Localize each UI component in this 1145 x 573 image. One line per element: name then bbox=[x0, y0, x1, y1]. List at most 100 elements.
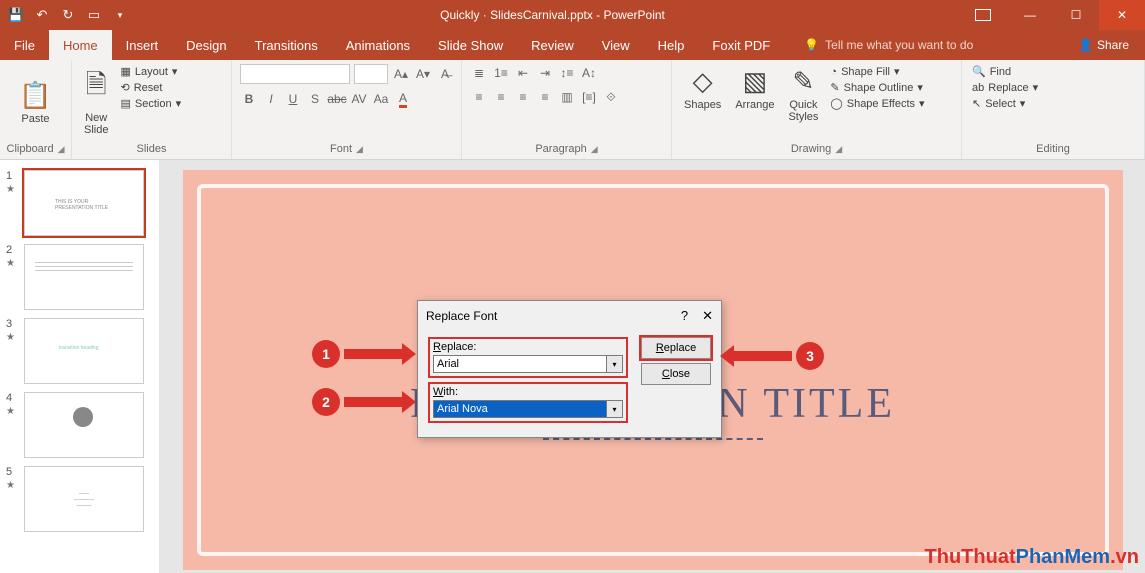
share-button[interactable]: 👤 Share bbox=[1062, 30, 1145, 60]
tab-slideshow[interactable]: Slide Show bbox=[424, 30, 517, 60]
replace-field-group: Replace: ▾ bbox=[428, 337, 628, 378]
dialog-replace-button[interactable]: Replace bbox=[641, 337, 711, 359]
character-spacing-icon[interactable]: AV bbox=[350, 90, 368, 108]
with-font-combo[interactable] bbox=[433, 400, 607, 418]
tab-review[interactable]: Review bbox=[517, 30, 588, 60]
shape-effects-label: Shape Effects bbox=[847, 98, 915, 110]
reset-icon: ⟲ bbox=[120, 81, 129, 94]
group-editing-label: Editing bbox=[1036, 143, 1070, 155]
font-size-combo[interactable] bbox=[354, 64, 388, 84]
thumbnail-1[interactable]: 1★ THIS IS YOURPRESENTATION TITLE bbox=[0, 166, 159, 240]
replace-font-combo[interactable] bbox=[433, 355, 607, 373]
italic-icon[interactable]: I bbox=[262, 90, 280, 108]
select-button[interactable]: ↖Select ▾ bbox=[970, 96, 1040, 111]
ribbon-display-options-icon[interactable] bbox=[975, 9, 991, 21]
clipboard-dialog-launcher-icon[interactable]: ◢ bbox=[58, 144, 65, 155]
increase-indent-icon[interactable]: ⇥ bbox=[536, 64, 554, 82]
font-dialog-launcher-icon[interactable]: ◢ bbox=[356, 144, 363, 155]
shape-outline-button[interactable]: ✎Shape Outline ▾ bbox=[828, 80, 926, 95]
align-text-icon[interactable]: [≡] bbox=[580, 88, 598, 106]
align-center-icon[interactable]: ≡ bbox=[492, 88, 510, 106]
tab-foxit[interactable]: Foxit PDF bbox=[698, 30, 784, 60]
numbering-icon[interactable]: 1≡ bbox=[492, 64, 510, 82]
thumbnail-5[interactable]: 5★ ————————— bbox=[0, 462, 159, 536]
tell-me-search[interactable]: 💡 Tell me what you want to do bbox=[784, 30, 1062, 60]
bold-icon[interactable]: B bbox=[240, 90, 258, 108]
shape-effects-button[interactable]: ◯Shape Effects ▾ bbox=[828, 96, 926, 111]
maximize-button[interactable]: ☐ bbox=[1053, 0, 1099, 30]
tab-home[interactable]: Home bbox=[49, 30, 112, 60]
group-drawing-label: Drawing bbox=[791, 143, 831, 155]
font-name-combo[interactable] bbox=[240, 64, 350, 84]
dialog-titlebar[interactable]: Replace Font ? ✕ bbox=[418, 301, 721, 331]
tab-file[interactable]: File bbox=[0, 30, 49, 60]
thumbnail-3[interactable]: 3★ transition heading bbox=[0, 314, 159, 388]
shape-fill-button[interactable]: ◔Shape Fill ▾ bbox=[828, 64, 926, 79]
drawing-dialog-launcher-icon[interactable]: ◢ bbox=[835, 144, 842, 155]
shapes-icon: ◇ bbox=[693, 66, 713, 97]
arrange-icon: ▧ bbox=[743, 66, 768, 97]
quick-styles-button[interactable]: ✎Quick Styles bbox=[784, 64, 822, 125]
find-button[interactable]: 🔍Find bbox=[970, 64, 1040, 79]
thumb-number: 4 bbox=[6, 392, 12, 404]
qat-more-icon[interactable]: ▾ bbox=[110, 5, 130, 25]
redo-icon[interactable]: ↻ bbox=[58, 5, 78, 25]
arrange-button[interactable]: ▧Arrange bbox=[731, 64, 778, 113]
bullets-icon[interactable]: ≣ bbox=[470, 64, 488, 82]
tab-insert[interactable]: Insert bbox=[112, 30, 173, 60]
underline-icon[interactable]: U bbox=[284, 90, 302, 108]
reset-button[interactable]: ⟲Reset bbox=[118, 80, 183, 95]
layout-label: Layout bbox=[135, 66, 168, 78]
minimize-button[interactable]: — bbox=[1007, 0, 1053, 30]
new-slide-button[interactable]: 🗎 New Slide bbox=[80, 64, 112, 138]
paste-button[interactable]: 📋 Paste bbox=[15, 78, 55, 127]
slide-title-underline bbox=[543, 438, 763, 440]
undo-icon[interactable]: ↶ bbox=[32, 5, 52, 25]
select-label: Select bbox=[985, 98, 1016, 110]
slide-thumbnails-pane[interactable]: 1★ THIS IS YOURPRESENTATION TITLE 2★ 3★ … bbox=[0, 160, 160, 573]
close-window-button[interactable]: ✕ bbox=[1099, 0, 1145, 30]
columns-icon[interactable]: ▥ bbox=[558, 88, 576, 106]
replace-dropdown-icon[interactable]: ▾ bbox=[607, 355, 623, 373]
shape-outline-label: Shape Outline bbox=[844, 82, 914, 94]
tab-help[interactable]: Help bbox=[644, 30, 699, 60]
tab-view[interactable]: View bbox=[588, 30, 644, 60]
section-button[interactable]: ▤Section ▾ bbox=[118, 96, 183, 111]
with-dropdown-icon[interactable]: ▾ bbox=[607, 400, 623, 418]
thumbnail-4[interactable]: 4★ bbox=[0, 388, 159, 462]
justify-icon[interactable]: ≡ bbox=[536, 88, 554, 106]
paragraph-dialog-launcher-icon[interactable]: ◢ bbox=[591, 144, 598, 155]
tab-design[interactable]: Design bbox=[172, 30, 240, 60]
shapes-button[interactable]: ◇ Shapes bbox=[680, 64, 725, 113]
document-title: Quickly · SlidesCarnival.pptx - PowerPoi… bbox=[130, 8, 975, 22]
replace-icon: ab bbox=[972, 82, 984, 94]
save-icon[interactable]: 💾 bbox=[6, 5, 26, 25]
tab-transitions[interactable]: Transitions bbox=[241, 30, 332, 60]
strikethrough-icon[interactable]: abc bbox=[328, 90, 346, 108]
decrease-font-icon[interactable]: A▾ bbox=[414, 65, 432, 83]
change-case-icon[interactable]: Aa bbox=[372, 90, 390, 108]
clear-formatting-icon[interactable]: A̶ bbox=[436, 65, 454, 83]
increase-font-icon[interactable]: A▴ bbox=[392, 65, 410, 83]
text-direction-icon[interactable]: A↕ bbox=[580, 64, 598, 82]
dialog-close-action-button[interactable]: Close bbox=[641, 363, 711, 385]
thumbnail-2-preview bbox=[24, 244, 144, 310]
replace-button[interactable]: abReplace ▾ bbox=[970, 80, 1040, 95]
layout-button[interactable]: ▦Layout ▾ bbox=[118, 64, 183, 79]
thumbnail-1-preview: THIS IS YOURPRESENTATION TITLE bbox=[24, 170, 144, 236]
dialog-close-button[interactable]: ✕ bbox=[702, 308, 713, 324]
align-right-icon[interactable]: ≡ bbox=[514, 88, 532, 106]
line-spacing-icon[interactable]: ↕≡ bbox=[558, 64, 576, 82]
shadow-icon[interactable]: S bbox=[306, 90, 324, 108]
smartart-icon[interactable]: ⟐ bbox=[602, 88, 620, 106]
new-slide-icon: 🗎 bbox=[86, 66, 107, 110]
decrease-indent-icon[interactable]: ⇤ bbox=[514, 64, 532, 82]
thumbnail-2[interactable]: 2★ bbox=[0, 240, 159, 314]
shapes-label: Shapes bbox=[684, 99, 721, 111]
tab-animations[interactable]: Animations bbox=[332, 30, 424, 60]
group-slides-label: Slides bbox=[137, 143, 167, 155]
font-color-icon[interactable]: A bbox=[394, 90, 412, 108]
dialog-help-button[interactable]: ? bbox=[681, 308, 688, 324]
start-from-beginning-icon[interactable]: ▭ bbox=[84, 5, 104, 25]
align-left-icon[interactable]: ≡ bbox=[470, 88, 488, 106]
